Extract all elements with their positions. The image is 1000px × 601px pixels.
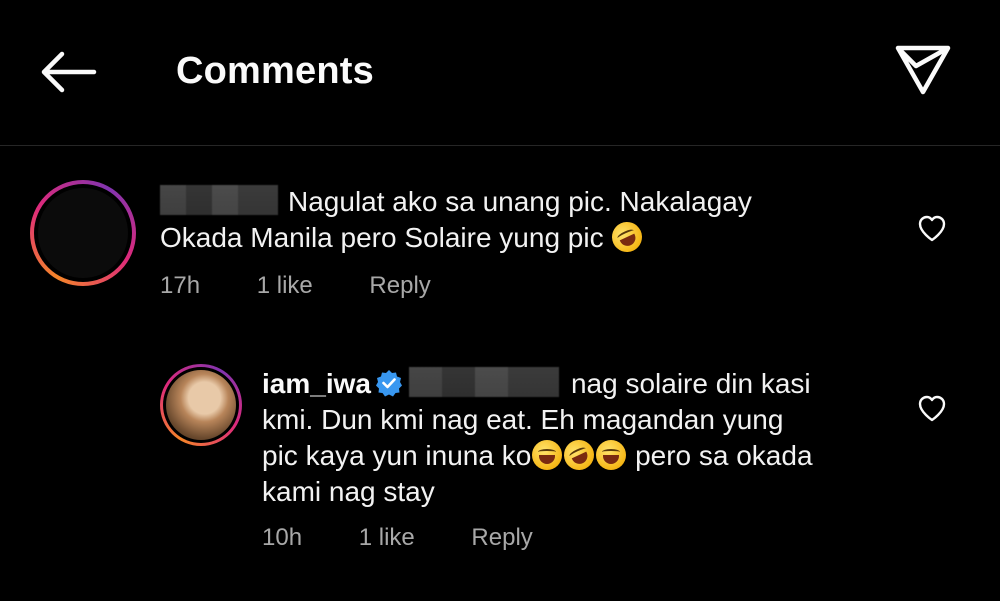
- comment-text-line: pero sa okada: [635, 440, 813, 471]
- reply-button[interactable]: Reply: [369, 272, 430, 299]
- comment-username[interactable]: iam_iwa: [262, 368, 371, 399]
- comments-screen: Comments Nagulat ako sa unang pic. Nakal…: [0, 0, 1000, 601]
- rofl-emoji: [559, 435, 600, 475]
- comment-text-line: kami nag stay: [262, 476, 435, 507]
- reply-button[interactable]: Reply: [471, 524, 532, 551]
- comment-meta: 17h 1 like Reply: [160, 272, 481, 300]
- comment-text-line: kmi. Dun kmi nag eat. Eh magandan yung: [262, 404, 784, 435]
- redacted-username: [160, 185, 278, 215]
- rofl-emoji: [607, 217, 648, 257]
- avatar-image: [38, 188, 128, 278]
- redacted-mention: [408, 367, 559, 397]
- comment-text-line: nag solaire din kasi: [570, 368, 811, 399]
- comment-meta: 10h 1 like Reply: [262, 524, 583, 552]
- top-bar: Comments: [0, 0, 1000, 146]
- comment-body: Nagulat ako sa unang pic. Nakalagay Okad…: [160, 184, 860, 257]
- grinning-sweat-emoji: [596, 440, 627, 470]
- page-title: Comments: [176, 50, 374, 92]
- comment-likes[interactable]: 1 like: [257, 272, 313, 299]
- comment-text-line: Okada Manila pero Solaire yung pic: [160, 222, 604, 253]
- comment-text-line: Nagulat ako sa unang pic. Nakalagay: [288, 186, 752, 217]
- comment-time: 17h: [160, 272, 201, 299]
- comment-text-line: pic kaya yun inuna ko: [262, 440, 532, 471]
- avatar[interactable]: [160, 364, 242, 446]
- heart-icon[interactable]: [917, 214, 947, 244]
- comment-likes[interactable]: 1 like: [359, 524, 415, 551]
- verified-badge-icon: [375, 369, 403, 397]
- arrow-left-icon[interactable]: [38, 50, 98, 94]
- comment-row: Nagulat ako sa unang pic. Nakalagay Okad…: [0, 170, 1000, 320]
- comment-time: 10h: [262, 524, 303, 551]
- reply-comment-row: iam_iwa nag solaire din kasi kmi. Dun km…: [0, 358, 1000, 568]
- send-icon[interactable]: [892, 40, 954, 98]
- avatar[interactable]: [30, 180, 136, 286]
- comment-body: iam_iwa nag solaire din kasi kmi. Dun km…: [262, 366, 882, 510]
- heart-icon[interactable]: [917, 394, 947, 424]
- avatar-image: [166, 370, 236, 440]
- grinning-sweat-emoji: [532, 440, 563, 470]
